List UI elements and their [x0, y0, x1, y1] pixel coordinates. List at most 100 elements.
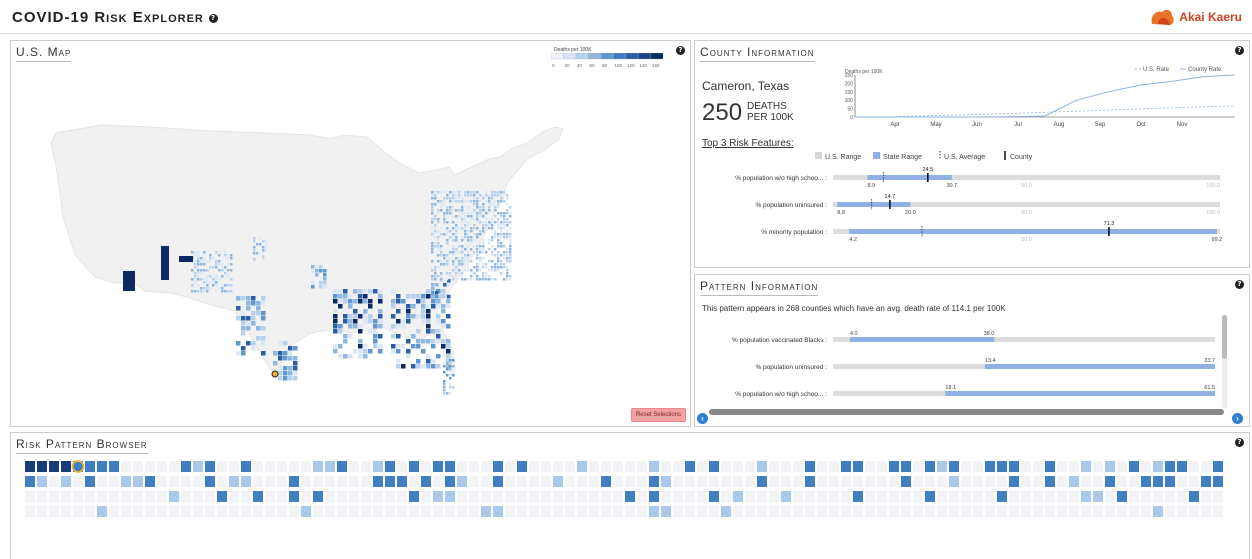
- county-cell[interactable]: [500, 260, 503, 263]
- county-cell[interactable]: [431, 212, 434, 215]
- county-cell[interactable]: [485, 227, 488, 230]
- county-cell[interactable]: [461, 209, 464, 212]
- county-cell[interactable]: [464, 212, 467, 215]
- county-cell[interactable]: [391, 314, 396, 319]
- pattern-cell[interactable]: [49, 476, 59, 487]
- county-cell[interactable]: [509, 236, 512, 239]
- pattern-cell[interactable]: [733, 491, 743, 502]
- county-cell[interactable]: [348, 354, 353, 359]
- pattern-cell[interactable]: [325, 491, 335, 502]
- county-cell[interactable]: [455, 194, 458, 197]
- pattern-cell[interactable]: [997, 461, 1007, 472]
- county-cell[interactable]: [161, 246, 169, 280]
- county-cell[interactable]: [194, 251, 197, 254]
- county-cell[interactable]: [323, 281, 327, 285]
- county-cell[interactable]: [503, 200, 506, 203]
- pattern-cell[interactable]: [541, 506, 551, 517]
- pattern-cell[interactable]: [721, 491, 731, 502]
- county-cell[interactable]: [333, 329, 338, 334]
- pattern-cell[interactable]: [181, 476, 191, 487]
- pattern-cell[interactable]: [685, 476, 695, 487]
- county-cell[interactable]: [494, 278, 497, 281]
- county-cell[interactable]: [194, 254, 197, 257]
- county-cell[interactable]: [488, 278, 491, 281]
- pattern-cell[interactable]: [313, 461, 323, 472]
- pattern-cell[interactable]: [349, 476, 359, 487]
- county-cell[interactable]: [246, 296, 251, 301]
- pattern-cell[interactable]: [37, 476, 47, 487]
- county-cell[interactable]: [261, 326, 266, 331]
- county-cell[interactable]: [476, 200, 479, 203]
- county-cell[interactable]: [215, 281, 218, 284]
- pattern-cell[interactable]: [973, 506, 983, 517]
- pattern-cell[interactable]: [109, 461, 119, 472]
- county-cell[interactable]: [348, 324, 353, 329]
- county-cell[interactable]: [179, 256, 193, 262]
- county-cell[interactable]: [358, 314, 363, 319]
- county-cell[interactable]: [461, 239, 464, 242]
- pattern-cell[interactable]: [781, 491, 791, 502]
- county-cell[interactable]: [458, 245, 461, 248]
- pattern-cell[interactable]: [1177, 476, 1187, 487]
- county-cell[interactable]: [482, 230, 485, 233]
- pattern-cell[interactable]: [625, 491, 635, 502]
- county-cell[interactable]: [431, 242, 434, 245]
- pattern-cell[interactable]: [433, 491, 443, 502]
- pattern-cell[interactable]: [889, 476, 899, 487]
- county-cell[interactable]: [467, 191, 470, 194]
- county-cell[interactable]: [426, 294, 431, 299]
- county-cell[interactable]: [467, 215, 470, 218]
- pattern-cell[interactable]: [745, 491, 755, 502]
- pattern-cell[interactable]: [1045, 476, 1055, 487]
- county-cell[interactable]: [467, 236, 470, 239]
- county-cell[interactable]: [458, 197, 461, 200]
- pattern-cell[interactable]: [1189, 461, 1199, 472]
- county-cell[interactable]: [262, 258, 265, 261]
- county-cell[interactable]: [218, 254, 221, 257]
- county-cell[interactable]: [443, 200, 446, 203]
- pattern-cell[interactable]: [997, 491, 1007, 502]
- county-cell[interactable]: [215, 266, 218, 269]
- county-cell[interactable]: [431, 299, 436, 304]
- county-cell[interactable]: [491, 224, 494, 227]
- pattern-cell[interactable]: [157, 506, 167, 517]
- county-cell[interactable]: [436, 319, 441, 324]
- pattern-cell[interactable]: [613, 491, 623, 502]
- county-cell[interactable]: [288, 371, 293, 376]
- county-cell[interactable]: [411, 344, 416, 349]
- county-cell[interactable]: [230, 263, 233, 266]
- county-cell[interactable]: [203, 290, 206, 293]
- county-cell[interactable]: [288, 356, 293, 361]
- county-cell[interactable]: [455, 266, 458, 269]
- county-cell[interactable]: [426, 309, 431, 314]
- county-cell[interactable]: [203, 278, 206, 281]
- pattern-vertical-scrollbar[interactable]: [1222, 315, 1227, 409]
- county-cell[interactable]: [246, 341, 251, 346]
- county-cell[interactable]: [482, 278, 485, 281]
- pattern-cell[interactable]: [409, 461, 419, 472]
- county-cell[interactable]: [464, 218, 467, 221]
- pattern-cell[interactable]: [961, 476, 971, 487]
- county-cell[interactable]: [455, 191, 458, 194]
- pattern-cell[interactable]: [421, 491, 431, 502]
- pattern-cell[interactable]: [889, 506, 899, 517]
- help-icon[interactable]: ?: [209, 13, 219, 23]
- county-cell[interactable]: [446, 242, 449, 245]
- pattern-cell[interactable]: [961, 491, 971, 502]
- county-cell[interactable]: [449, 386, 452, 389]
- county-cell[interactable]: [509, 260, 512, 263]
- county-cell[interactable]: [509, 233, 512, 236]
- county-cell[interactable]: [455, 272, 458, 275]
- county-cell[interactable]: [449, 365, 452, 368]
- county-cell[interactable]: [265, 243, 268, 246]
- county-cell[interactable]: [440, 248, 443, 251]
- county-cell[interactable]: [221, 290, 224, 293]
- county-cell[interactable]: [396, 349, 401, 354]
- pattern-cell[interactable]: [349, 491, 359, 502]
- pattern-cell[interactable]: [745, 461, 755, 472]
- pattern-cell[interactable]: [529, 506, 539, 517]
- county-cell[interactable]: [491, 191, 494, 194]
- county-cell[interactable]: [431, 294, 436, 299]
- pattern-cell[interactable]: [1021, 476, 1031, 487]
- pattern-cell[interactable]: [1093, 506, 1103, 517]
